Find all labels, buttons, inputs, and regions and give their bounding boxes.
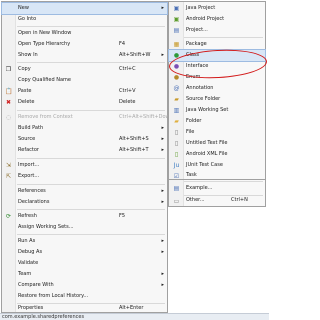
menu-item-export[interactable]: ⇱ Export...	[2, 171, 167, 182]
menu-item-refresh[interactable]: ⟳ Refresh F5	[2, 211, 167, 222]
menu-item-copy-qualified-name[interactable]: Copy Qualified Name	[2, 75, 167, 86]
remove-context-icon: ◌	[5, 114, 12, 121]
junit-icon: Ju	[173, 162, 180, 169]
menu-item-open-type-hierarchy[interactable]: Open Type Hierarchy F4	[2, 39, 167, 50]
working-set-icon: ▥	[173, 107, 180, 114]
android-project-icon: ▣	[173, 16, 180, 23]
submenu-item-android-xml-file[interactable]: ▯ Android XML File	[169, 149, 265, 160]
menu-item-show-in[interactable]: Show In Alt+Shift+W ▸	[2, 50, 167, 61]
submenu-item-annotation[interactable]: @ Annotation	[169, 83, 265, 94]
submenu-arrow-icon: ▸	[161, 125, 164, 131]
submenu-item-java-project[interactable]: ▣ Java Project	[169, 3, 265, 14]
submenu-arrow-icon: ▸	[161, 282, 164, 288]
separator	[17, 184, 165, 185]
separator	[17, 209, 165, 210]
folder-icon: ▰	[174, 118, 179, 125]
submenu-arrow-icon: ▸	[161, 147, 164, 153]
menu-item-paste[interactable]: 📋 Paste Ctrl+V	[2, 86, 167, 97]
submenu-item-java-working-set[interactable]: ▥ Java Working Set	[169, 105, 265, 116]
submenu-item-android-project[interactable]: ▣ Android Project	[169, 14, 265, 25]
menu-item-label: New	[18, 5, 29, 11]
project-icon: ▤	[173, 27, 180, 34]
submenu-arrow-icon: ▸	[161, 249, 164, 255]
menu-item-import[interactable]: ⇲ Import...	[2, 160, 167, 171]
delete-icon: ✖	[5, 99, 12, 106]
submenu-item-other[interactable]: ▭ Other... Ctrl+N	[169, 196, 265, 205]
copy-icon: ❐	[5, 66, 12, 73]
submenu-arrow-icon: ▸	[161, 52, 164, 58]
separator	[184, 181, 263, 182]
submenu-item-junit-test-case[interactable]: Ju JUnit Test Case	[169, 160, 265, 171]
submenu-item-project[interactable]: ▤ Project...	[169, 25, 265, 36]
submenu-item-untitled-text-file[interactable]: ▯ Untitled Text File	[169, 138, 265, 149]
context-menu: New ▸ Go Into Open in New Window Open Ty…	[1, 1, 173, 313]
menu-item-build-path[interactable]: Build Path ▸	[2, 123, 167, 134]
menu-item-compare-with[interactable]: Compare With ▸	[2, 280, 167, 291]
menu-item-run-as[interactable]: Run As ▸	[2, 236, 167, 247]
submenu-item-folder[interactable]: ▰ Folder	[169, 116, 265, 127]
import-icon: ⇲	[5, 162, 12, 169]
menu-item-assign-working-sets[interactable]: Assign Working Sets...	[2, 222, 167, 233]
new-submenu-lower: ▤ Example... ▭ Other... Ctrl+N	[168, 180, 266, 207]
refresh-icon: ⟳	[5, 213, 12, 220]
submenu-arrow-icon: ▸	[161, 188, 164, 194]
separator	[184, 37, 263, 38]
submenu-item-task[interactable]: ☑ Task	[169, 171, 265, 180]
other-icon: ▭	[173, 198, 180, 205]
menu-item-restore-from-local-history[interactable]: Restore from Local History...	[2, 291, 167, 302]
submenu-item-source-folder[interactable]: ▰ Source Folder	[169, 94, 265, 105]
menu-item-source[interactable]: Source Alt+Shift+S ▸	[2, 134, 167, 145]
menu-item-copy[interactable]: ❐ Copy Ctrl+C	[2, 64, 167, 75]
menu-item-go-into[interactable]: Go Into	[2, 14, 167, 25]
menu-item-team[interactable]: Team ▸	[2, 269, 167, 280]
package-icon: ▦	[173, 41, 180, 48]
menu-item-validate[interactable]: Validate	[2, 258, 167, 269]
submenu-arrow-icon: ▸	[161, 5, 164, 11]
android-xml-file-icon: ▯	[174, 151, 179, 158]
paste-icon: 📋	[5, 88, 13, 95]
status-text: com.example.sharedpreferences	[2, 314, 85, 320]
status-bar: com.example.sharedpreferences	[0, 313, 269, 320]
task-icon: ☑	[173, 173, 180, 180]
submenu-item-file[interactable]: ▯ File	[169, 127, 265, 138]
example-icon: ▤	[173, 185, 180, 192]
separator	[17, 26, 165, 27]
menu-item-new[interactable]: New ▸	[1, 2, 168, 15]
export-icon: ⇱	[5, 173, 12, 180]
menu-item-refactor[interactable]: Refactor Alt+Shift+T ▸	[2, 145, 167, 156]
text-file-icon: ▯	[174, 140, 179, 147]
menu-item-properties[interactable]: Properties Alt+Enter	[2, 304, 167, 313]
submenu-arrow-icon: ▸	[161, 238, 164, 244]
separator	[17, 158, 165, 159]
menu-item-delete[interactable]: ✖ Delete Delete	[2, 97, 167, 108]
java-project-icon: ▣	[173, 5, 180, 12]
menu-item-debug-as[interactable]: Debug As ▸	[2, 247, 167, 258]
menu-item-open-new-window[interactable]: Open in New Window	[2, 28, 167, 39]
annotation-icon: @	[173, 85, 180, 92]
menu-item-declarations[interactable]: Declarations ▸	[2, 197, 167, 208]
submenu-item-package[interactable]: ▦ Package	[169, 39, 265, 50]
separator	[17, 234, 165, 235]
submenu-item-example[interactable]: ▤ Example...	[169, 183, 265, 194]
submenu-arrow-icon: ▸	[161, 199, 164, 205]
file-icon: ▯	[174, 129, 179, 136]
submenu-arrow-icon: ▸	[161, 136, 164, 142]
menu-item-references[interactable]: References ▸	[2, 186, 167, 197]
menu-item-remove-from-context[interactable]: ◌ Remove from Context Ctrl+Alt+Shift+Dow…	[2, 112, 173, 123]
separator	[17, 62, 165, 63]
separator	[17, 110, 165, 111]
new-submenu: ▣ Java Project ▣ Android Project ▤ Proje…	[168, 1, 266, 180]
submenu-arrow-icon: ▸	[161, 271, 164, 277]
enum-icon: ●	[173, 74, 180, 81]
source-folder-icon: ▰	[174, 96, 179, 103]
